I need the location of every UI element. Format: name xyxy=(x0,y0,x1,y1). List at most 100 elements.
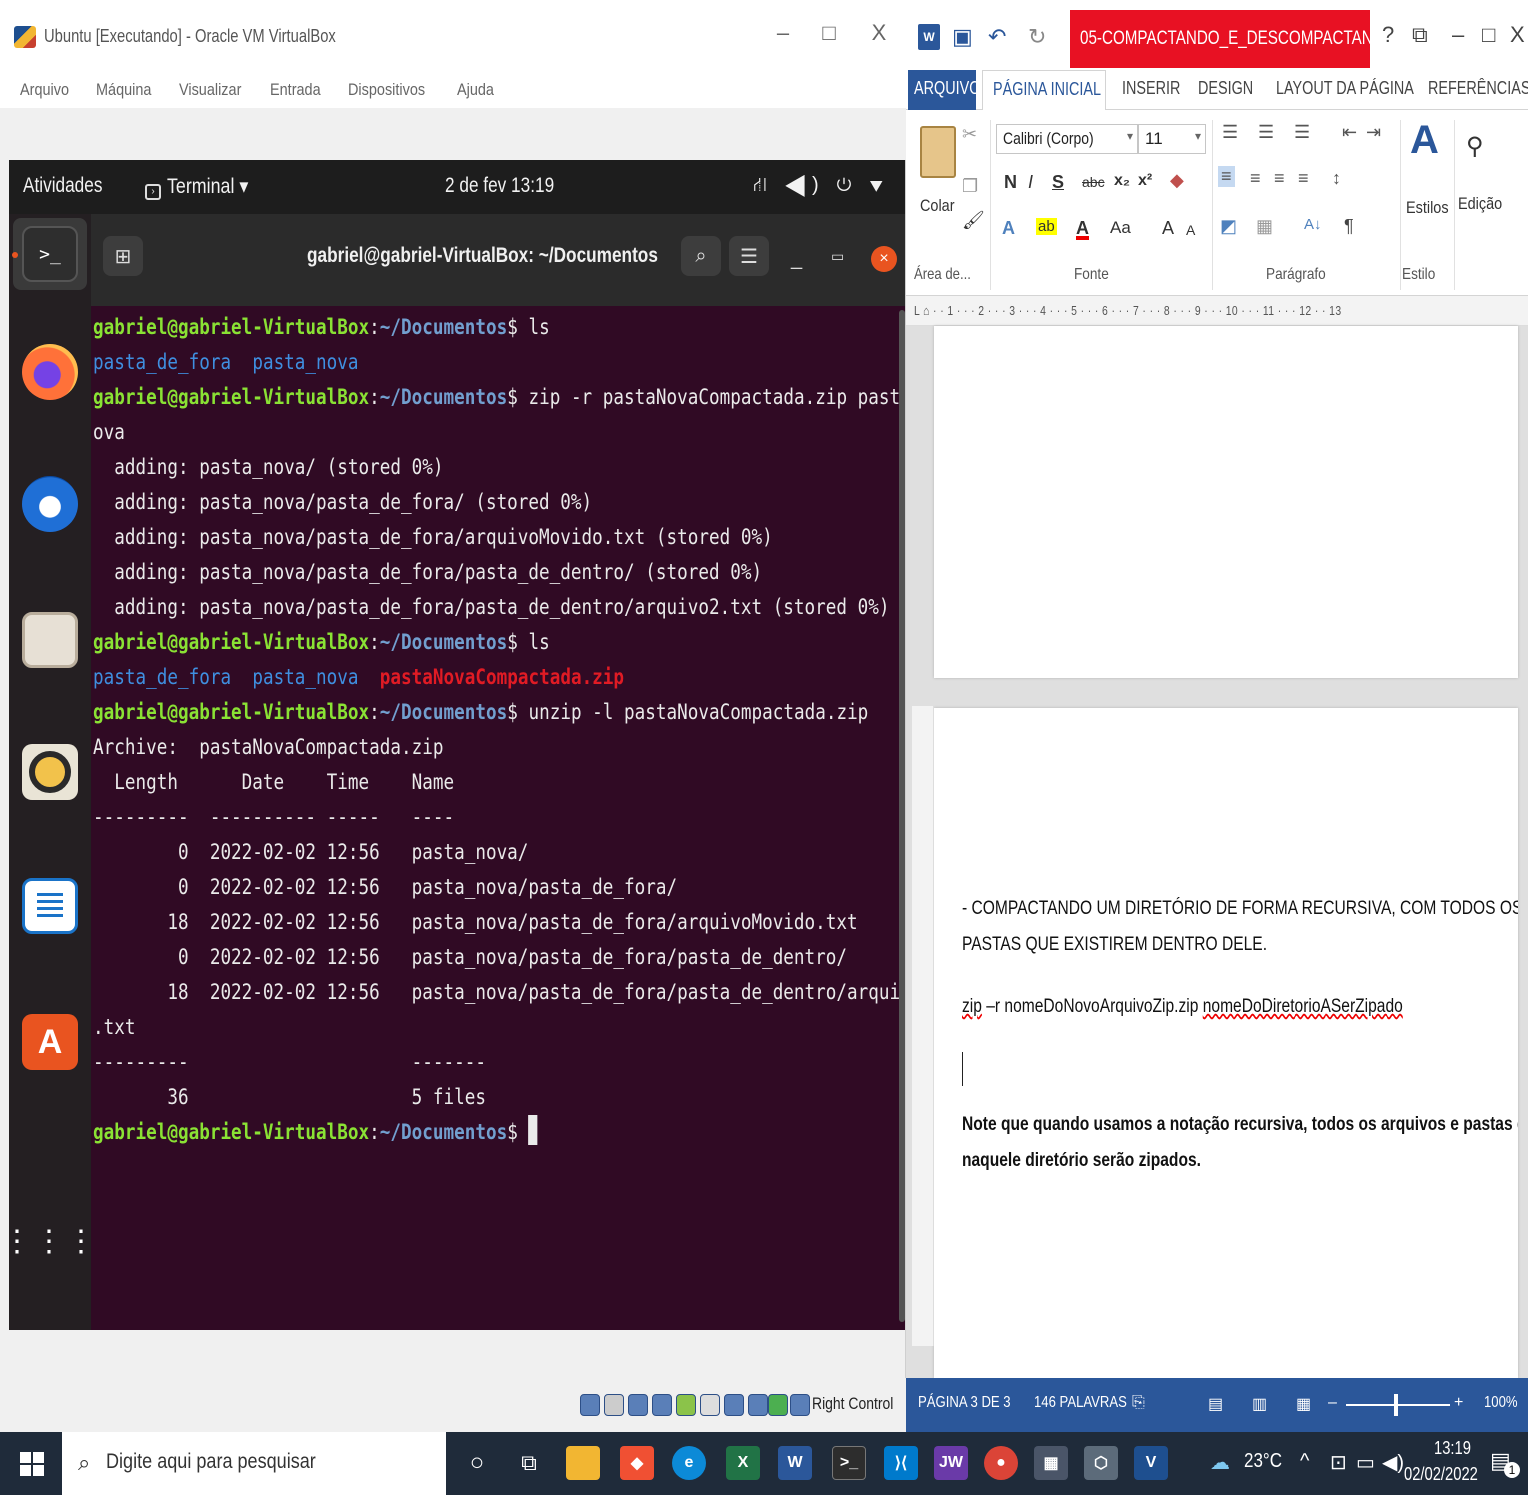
3d-viewer-icon[interactable]: ⬡ xyxy=(1084,1446,1118,1480)
styles-icon[interactable]: A xyxy=(1410,118,1439,163)
dock-libreoffice-writer-icon[interactable] xyxy=(22,878,78,934)
highlight-color-icon[interactable]: ab xyxy=(1036,218,1057,235)
paste-button[interactable]: Colar xyxy=(920,196,955,216)
display-icon[interactable]: ▭ xyxy=(1356,1450,1375,1475)
line-spacing-icon[interactable]: ↕ xyxy=(1332,168,1341,189)
styles-button[interactable]: Estilos xyxy=(1406,198,1449,218)
top-bar-clock[interactable]: 2 de fev 13:19 xyxy=(445,174,554,198)
new-tab-icon[interactable]: ⊞ xyxy=(103,236,143,276)
virtualbox-maximize-button[interactable]: □ xyxy=(814,20,844,46)
menu-ajuda[interactable]: Ajuda xyxy=(457,80,494,100)
task-view-icon[interactable]: ⧉ xyxy=(512,1446,546,1480)
format-painter-icon[interactable]: 🖌 xyxy=(962,210,985,231)
dock-terminal-icon[interactable]: >_ xyxy=(22,226,78,282)
word-minimize-button[interactable]: – xyxy=(1452,22,1464,48)
web-layout-icon[interactable]: ▦ xyxy=(1296,1394,1311,1414)
read-mode-icon[interactable]: ▤ xyxy=(1208,1394,1223,1414)
proofing-icon[interactable]: ⎘ xyxy=(1132,1394,1145,1412)
redo-icon[interactable]: ↻ xyxy=(1028,24,1046,50)
audio-indicator-icon[interactable] xyxy=(628,1394,648,1416)
tab-design[interactable]: DESIGN xyxy=(1198,78,1253,99)
change-case-button[interactable]: Aa xyxy=(1110,218,1131,238)
show-formatting-button[interactable]: ¶ xyxy=(1344,216,1354,237)
weather-icon[interactable]: ☁ xyxy=(1210,1450,1230,1475)
tab-home[interactable]: PÁGINA INICIAL xyxy=(982,70,1106,111)
calculator-icon[interactable]: ▦ xyxy=(1034,1446,1068,1480)
weather-temperature[interactable]: 23°C xyxy=(1244,1450,1282,1473)
hdd-indicator-icon[interactable] xyxy=(580,1394,600,1416)
tab-file[interactable]: ARQUIVO xyxy=(908,70,980,110)
word-taskbar-icon[interactable]: W xyxy=(778,1446,812,1480)
strikethrough-button[interactable]: abc xyxy=(1082,174,1105,190)
vscode-icon[interactable]: ⟩⟨ xyxy=(884,1446,918,1480)
terminal-output[interactable]: gabriel@gabriel-VirtualBox:~/Documentos$… xyxy=(91,306,905,1330)
chrome-icon[interactable]: ● xyxy=(984,1446,1018,1480)
multilevel-list-icon[interactable]: ☰ xyxy=(1294,122,1310,143)
shrink-font-button[interactable]: A xyxy=(1186,222,1195,238)
zoom-level[interactable]: 100% xyxy=(1484,1394,1518,1412)
zoom-in-icon[interactable]: + xyxy=(1454,1394,1463,1412)
menu-arquivo[interactable]: Arquivo xyxy=(20,80,69,100)
numbering-icon[interactable]: ☰ xyxy=(1258,122,1274,143)
dock-software-center-icon[interactable]: A xyxy=(22,1014,78,1070)
volume-icon[interactable]: ◀) xyxy=(1382,1450,1404,1475)
copy-icon[interactable]: ❐ xyxy=(962,176,978,197)
dock-show-applications-icon[interactable]: ⋮⋮⋮ xyxy=(9,1214,96,1270)
activities-button[interactable]: Atividades xyxy=(23,174,102,198)
grow-font-button[interactable]: A xyxy=(1162,218,1174,239)
cut-icon[interactable]: ✂ xyxy=(962,124,977,145)
ribbon-display-options-button[interactable]: ⧉ xyxy=(1412,22,1428,48)
zoom-slider[interactable] xyxy=(1346,1404,1450,1406)
font-name-dropdown[interactable]: Calibri (Corpo) ▾ xyxy=(996,124,1138,154)
align-right-icon[interactable]: ≡ xyxy=(1274,168,1285,189)
increase-indent-icon[interactable]: ⇥ xyxy=(1366,122,1381,143)
virtualbox-minimize-button[interactable]: – xyxy=(768,20,798,46)
underline-button[interactable]: S xyxy=(1052,172,1064,193)
taskbar-search-box[interactable]: ⌕ Digite aqui para pesquisar xyxy=(62,1432,446,1495)
tab-references[interactable]: REFERÊNCIAS xyxy=(1428,78,1528,99)
virtualbox-taskbar-icon[interactable]: V xyxy=(1134,1446,1168,1480)
sort-icon[interactable]: A↓ xyxy=(1304,216,1322,233)
dock-rhythmbox-icon[interactable] xyxy=(22,744,78,800)
find-binoculars-icon[interactable]: ⚲ xyxy=(1466,132,1484,161)
terminal-menu-icon[interactable]: ☰ xyxy=(729,236,769,276)
cpu-indicator-icon[interactable] xyxy=(768,1394,788,1416)
terminal-app-menu[interactable]: › Terminal ▾ xyxy=(145,174,263,200)
help-button[interactable]: ? xyxy=(1382,22,1394,48)
display-indicator-icon[interactable] xyxy=(724,1394,744,1416)
system-menu-icons[interactable]: ⛙ ◀) ⏻ ▾ xyxy=(753,174,889,199)
align-left-icon[interactable]: ≡ xyxy=(1218,166,1235,187)
shading-icon[interactable]: ◩ xyxy=(1220,216,1237,237)
network-icon[interactable]: ⊡ xyxy=(1330,1450,1347,1475)
keyboard-capture-indicator-icon[interactable] xyxy=(790,1394,810,1416)
vertical-ruler[interactable] xyxy=(912,706,934,1346)
usb-indicator-icon[interactable] xyxy=(676,1394,696,1416)
terminal-close-button[interactable]: × xyxy=(871,246,897,272)
terminal-taskbar-icon[interactable]: >_ xyxy=(832,1446,866,1480)
tab-page-layout[interactable]: LAYOUT DA PÁGINA xyxy=(1276,78,1414,99)
horizontal-ruler[interactable]: L ⌂ · · 1 · · · 2 · · · 3 · · · 4 · · · … xyxy=(906,296,1528,326)
menu-maquina[interactable]: Máquina xyxy=(96,80,151,100)
file-explorer-icon[interactable] xyxy=(566,1446,600,1480)
page-count-status[interactable]: PÁGINA 3 DE 3 xyxy=(918,1394,1011,1412)
edge-icon[interactable]: e xyxy=(672,1446,706,1480)
taskbar-date[interactable]: 02/02/2022 xyxy=(1404,1464,1478,1485)
tray-chevron-up-icon[interactable]: ^ xyxy=(1300,1450,1309,1473)
menu-entrada[interactable]: Entrada xyxy=(270,80,321,100)
align-center-icon[interactable]: ≡ xyxy=(1250,168,1261,189)
paste-icon[interactable] xyxy=(920,126,956,178)
dock-files-icon[interactable] xyxy=(22,612,78,668)
bullets-icon[interactable]: ☰ xyxy=(1222,122,1238,143)
tab-insert[interactable]: INSERIR xyxy=(1122,78,1180,99)
subscript-button[interactable]: x₂ xyxy=(1114,172,1130,190)
print-layout-icon[interactable]: ▥ xyxy=(1252,1394,1267,1414)
word-count-status[interactable]: 146 PALAVRAS xyxy=(1034,1394,1127,1412)
terminal-search-icon[interactable]: ⌕ xyxy=(681,236,721,276)
windows-start-icon[interactable] xyxy=(20,1452,44,1476)
network-indicator-icon[interactable] xyxy=(652,1394,672,1416)
save-icon[interactable]: ▣ xyxy=(952,24,973,50)
zoom-out-icon[interactable]: – xyxy=(1328,1394,1337,1412)
font-color-button[interactable]: A xyxy=(1076,218,1089,239)
document-area[interactable]: - COMPACTANDO UM DIRETÓRIO DE FORMA RECU… xyxy=(906,326,1528,1378)
ubuntu-guest-screen[interactable]: Atividades › Terminal ▾ 2 de fev 13:19 ⛙ … xyxy=(9,160,905,1330)
